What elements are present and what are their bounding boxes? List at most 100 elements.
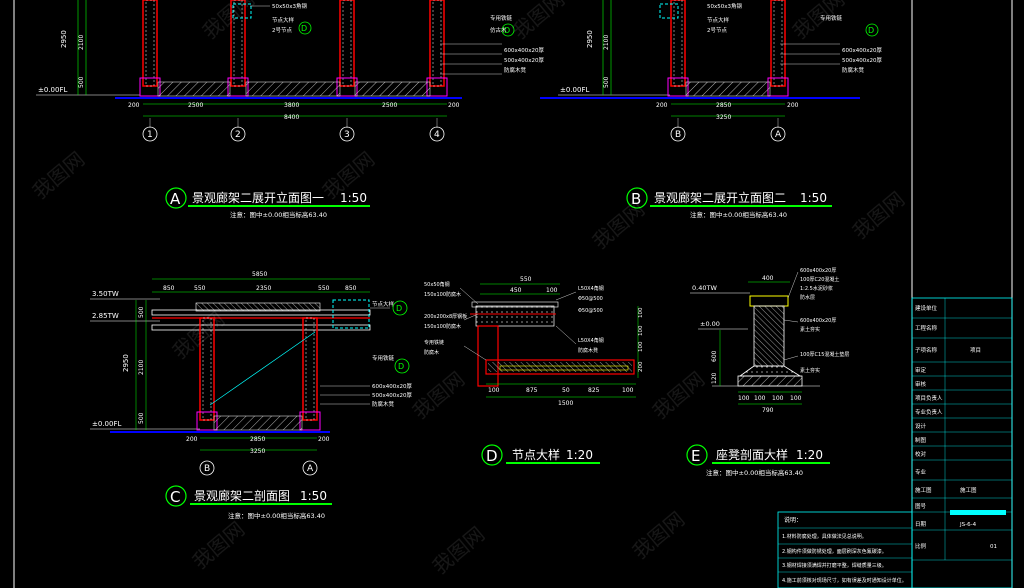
svg-text:200: 200 bbox=[787, 102, 799, 109]
svg-text:4: 4 bbox=[434, 130, 440, 140]
drawing-b-elevation: ±0.00FL 2950 2100 500 50x50x3角钢 节点大样 2号节… bbox=[540, 0, 883, 219]
dims-top-c: 5850 850 550 2350 550 850 bbox=[152, 271, 370, 293]
svg-text:D: D bbox=[486, 447, 498, 465]
dim-vertical-2100: 2100 bbox=[78, 35, 85, 50]
cad-drawing-sheet: ±0.00FL 2950 2100 500 50x50x3角钢 节点大样 2号节… bbox=[13, 0, 1013, 588]
drawing-title: 景观廊架二展开立面图一 bbox=[192, 190, 324, 205]
callouts-a: 50x50x3角钢 节点大样 2号节点 D 专用铁链 D 仿古木 600x400… bbox=[250, 2, 545, 75]
drawing-d-node-detail: 550 450 100 50x50角钢 150x100防腐木 200x200x8… bbox=[424, 276, 644, 466]
svg-text:L50X4角钢: L50X4角钢 bbox=[578, 337, 604, 344]
notes-heading: 说明： bbox=[784, 516, 802, 524]
svg-text:A: A bbox=[775, 130, 782, 140]
svg-text:施工图: 施工图 bbox=[960, 486, 977, 494]
svg-text:我图网: 我图网 bbox=[168, 307, 229, 364]
svg-text:2100: 2100 bbox=[603, 35, 610, 50]
svg-text:100厚C15混凝土垫层: 100厚C15混凝土垫层 bbox=[800, 351, 849, 358]
svg-text:850: 850 bbox=[345, 285, 357, 292]
svg-text:工程名称: 工程名称 bbox=[915, 324, 938, 332]
svg-text:节点大样: 节点大样 bbox=[512, 447, 560, 462]
svg-text:比例: 比例 bbox=[915, 542, 927, 550]
svg-text:我图网: 我图网 bbox=[588, 197, 649, 254]
svg-text:Φ50@500: Φ50@500 bbox=[578, 296, 603, 302]
drawing-e-title: E 座凳剖面大样 1:20 注意：图中±0.00相当标高63.40 bbox=[686, 444, 830, 477]
svg-text:D: D bbox=[398, 362, 404, 371]
svg-text:50: 50 bbox=[562, 387, 570, 394]
svg-text:专用铁链: 专用铁链 bbox=[372, 354, 395, 362]
svg-text:875: 875 bbox=[526, 387, 538, 394]
svg-text:1:20: 1:20 bbox=[566, 448, 593, 462]
notes-item: 1.材料防腐处理，具体做法见总说明。 bbox=[782, 533, 867, 540]
svg-text:200: 200 bbox=[448, 102, 460, 109]
svg-text:制图: 制图 bbox=[915, 436, 927, 444]
svg-text:施工图: 施工图 bbox=[915, 486, 932, 494]
svg-text:850: 850 bbox=[163, 285, 175, 292]
svg-text:B: B bbox=[675, 130, 681, 140]
svg-text:600x400x20厚: 600x400x20厚 bbox=[504, 47, 545, 54]
svg-text:我图网: 我图网 bbox=[28, 147, 89, 204]
svg-text:8400: 8400 bbox=[284, 114, 299, 121]
svg-text:专业负责人: 专业负责人 bbox=[915, 408, 943, 416]
callouts-d-right: L50X4角钢 Φ50@500 Φ50@500 L50X4角钢 防腐木凳 bbox=[555, 285, 604, 354]
callouts-b: 50x50x3角钢 节点大样 2号节点 专用铁链 D 600x400x20厚 5… bbox=[707, 2, 883, 74]
svg-text:100: 100 bbox=[488, 387, 500, 394]
svg-text:2: 2 bbox=[235, 130, 241, 140]
dims-bottom-b: 200 2850 200 3250 bbox=[656, 102, 799, 121]
axis-markers-b: B A bbox=[670, 118, 786, 142]
dims-bottom-a: 200 2500 3800 2500 200 8400 bbox=[128, 102, 460, 121]
svg-text:1:50: 1:50 bbox=[800, 191, 827, 205]
columns-b bbox=[667, 0, 789, 97]
svg-text:防腐木: 防腐木 bbox=[424, 349, 439, 356]
detail-marker: D bbox=[301, 24, 307, 33]
svg-text:防腐木凳: 防腐木凳 bbox=[372, 400, 395, 408]
notes-item: 2.钢构件须做防锈处理，面层刷深灰色氟碳漆。 bbox=[782, 548, 887, 555]
svg-text:100: 100 bbox=[622, 387, 634, 394]
design-notes: 说明： 1.材料防腐处理，具体做法见总说明。 2.钢构件须做防锈处理，面层刷深灰… bbox=[777, 511, 913, 588]
svg-text:防腐木凳: 防腐木凳 bbox=[504, 66, 527, 74]
svg-text:5850: 5850 bbox=[252, 271, 267, 278]
svg-text:2.85TW: 2.85TW bbox=[92, 312, 119, 320]
svg-text:3.50TW: 3.50TW bbox=[92, 290, 119, 298]
svg-text:100厚C20混凝土: 100厚C20混凝土 bbox=[800, 276, 839, 283]
callouts-e: 600x400x20厚 100厚C20混凝土 1:2.5水泥砂浆 防水层 600… bbox=[783, 268, 849, 374]
svg-text:100: 100 bbox=[738, 395, 750, 402]
svg-text:50x50角钢: 50x50角钢 bbox=[424, 281, 450, 288]
svg-text:2500: 2500 bbox=[188, 102, 203, 109]
svg-text:200x200x8厚钢板: 200x200x8厚钢板 bbox=[424, 313, 467, 320]
svg-text:200: 200 bbox=[128, 102, 140, 109]
drawing-d-title: D 节点大样 1:20 bbox=[481, 444, 600, 466]
svg-text:100: 100 bbox=[754, 395, 766, 402]
svg-text:防腐木凳: 防腐木凳 bbox=[842, 66, 865, 74]
dims-side-d: 100 100 100 200 bbox=[637, 306, 644, 378]
svg-text:550: 550 bbox=[318, 285, 330, 292]
svg-text:550: 550 bbox=[194, 285, 206, 292]
svg-text:100: 100 bbox=[638, 341, 644, 352]
svg-text:2850: 2850 bbox=[250, 436, 265, 443]
columns-a bbox=[139, 0, 448, 97]
svg-text:防腐木凳: 防腐木凳 bbox=[578, 347, 598, 354]
svg-text:600x400x20厚: 600x400x20厚 bbox=[800, 268, 836, 274]
svg-text:L50X4角钢: L50X4角钢 bbox=[578, 285, 604, 292]
svg-text:100: 100 bbox=[546, 287, 558, 294]
svg-text:节点大样: 节点大样 bbox=[707, 16, 730, 24]
svg-text:座凳剖面大样: 座凳剖面大样 bbox=[716, 447, 788, 462]
svg-text:600: 600 bbox=[711, 350, 718, 362]
svg-text:200: 200 bbox=[186, 436, 198, 443]
svg-text:150x100防腐木: 150x100防腐木 bbox=[424, 291, 461, 298]
svg-text:Φ50@500: Φ50@500 bbox=[578, 308, 603, 314]
svg-text:±0.00FL: ±0.00FL bbox=[560, 86, 589, 94]
svg-text:素土夯实: 素土夯实 bbox=[800, 367, 820, 374]
svg-text:我图网: 我图网 bbox=[628, 507, 689, 564]
svg-text:200: 200 bbox=[638, 361, 644, 372]
svg-text:专用铁链: 专用铁链 bbox=[490, 14, 513, 22]
svg-text:景观廊架二展开立面图二: 景观廊架二展开立面图二 bbox=[654, 190, 786, 205]
axis-markers-c: B A bbox=[199, 460, 318, 476]
svg-text:500x400x20厚: 500x400x20厚 bbox=[372, 392, 413, 399]
svg-text:825: 825 bbox=[588, 387, 600, 394]
svg-text:D: D bbox=[396, 304, 402, 313]
svg-text:设计: 设计 bbox=[915, 422, 927, 430]
svg-text:C: C bbox=[170, 488, 180, 506]
svg-text:2950: 2950 bbox=[122, 354, 130, 372]
svg-text:3: 3 bbox=[344, 130, 350, 140]
svg-text:我图网: 我图网 bbox=[188, 517, 249, 574]
svg-text:JS-6-4: JS-6-4 bbox=[959, 522, 977, 528]
